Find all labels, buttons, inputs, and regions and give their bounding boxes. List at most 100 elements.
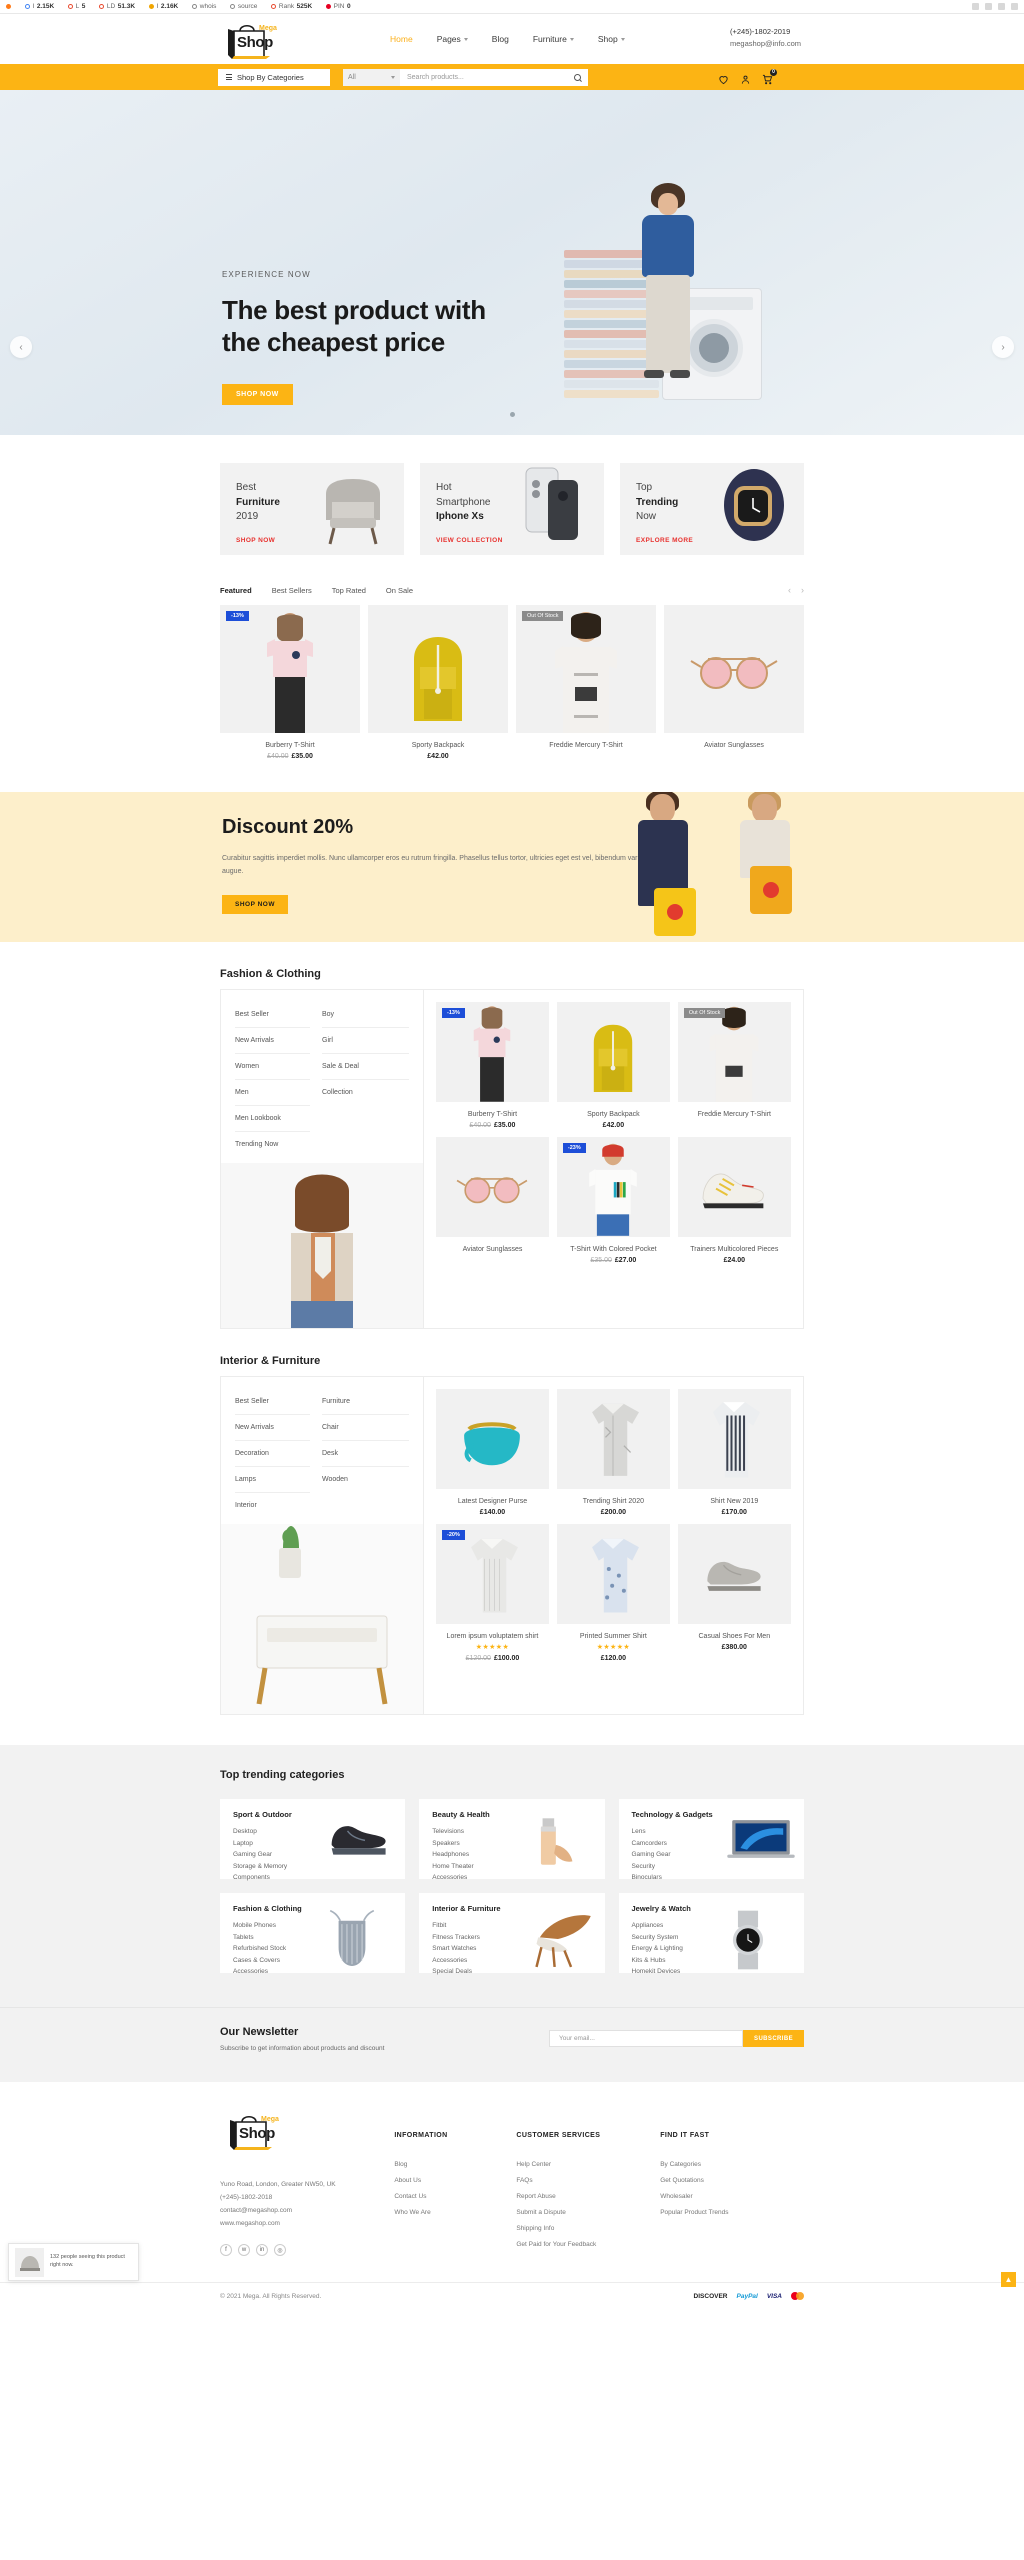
newsletter-subscribe-button[interactable]: SUBSCRIBE: [743, 2030, 804, 2047]
footer-link[interactable]: Submit a Dispute: [516, 2205, 660, 2221]
interior-link[interactable]: Furniture: [322, 1389, 409, 1415]
trending-card-technology-gadgets[interactable]: Technology & Gadgets Lens Camcorders Gam…: [618, 1799, 804, 1881]
search-input[interactable]: Search products...: [400, 68, 588, 86]
live-notification-popup[interactable]: 132 people seeing this product right now…: [8, 2243, 139, 2281]
fashion-link[interactable]: Women: [235, 1054, 310, 1080]
trending-card-interior-furniture[interactable]: Interior & Furniture Fitbit Fitness Trac…: [419, 1893, 605, 1975]
fashion-link[interactable]: Best Seller: [235, 1002, 310, 1028]
carousel-next-icon[interactable]: ›: [801, 585, 804, 595]
footer-link[interactable]: Get Paid for Your Feedback: [516, 2237, 660, 2253]
promo-card-furniture[interactable]: Best Furniture 2019 SHOP NOW: [220, 463, 404, 555]
tab-best-sellers[interactable]: Best Sellers: [272, 586, 312, 595]
discount-shop-now-button[interactable]: SHOP NOW: [222, 894, 288, 914]
promo-card-trending[interactable]: Top Trending Now EXPLORE MORE: [620, 463, 804, 555]
fashion-link[interactable]: Trending Now: [235, 1132, 310, 1157]
linkedin-icon[interactable]: in: [256, 2244, 268, 2256]
interior-link[interactable]: Decoration: [235, 1441, 310, 1467]
ext-item-source[interactable]: source: [230, 3, 257, 10]
trending-card-item[interactable]: Accessories: [432, 1872, 591, 1884]
footer-link[interactable]: Get Quotations: [660, 2173, 804, 2189]
trending-card-sport-outdoor[interactable]: Sport & Outdoor Desktop Laptop Gaming Ge…: [220, 1799, 406, 1881]
site-logo[interactable]: Mega Shop: [218, 19, 308, 61]
ext-item-moz[interactable]: [6, 4, 11, 9]
header-phone[interactable]: (+245)-1802-2019: [730, 26, 801, 38]
product-card[interactable]: Trending Shirt 2020 £200.00: [556, 1389, 670, 1516]
fashion-link[interactable]: Boy: [322, 1002, 409, 1028]
footer-phone[interactable]: (+245)-1802-2018: [220, 2191, 394, 2204]
trending-card-fashion-clothing[interactable]: Fashion & Clothing Mobile Phones Tablets…: [220, 1893, 406, 1975]
search-category-select[interactable]: All: [343, 68, 400, 86]
nav-item-furniture[interactable]: Furniture: [533, 34, 574, 44]
footer-link[interactable]: FAQs: [516, 2173, 660, 2189]
product-card[interactable]: Aviator Sunglasses: [664, 605, 804, 760]
product-card[interactable]: -23% T-Shirt With Colored Pocket £35.00 …: [556, 1137, 670, 1264]
shop-by-categories-button[interactable]: Shop By Categories: [218, 68, 330, 86]
product-card[interactable]: Aviator Sunglasses: [436, 1137, 549, 1264]
trending-card-jewelry-watch[interactable]: Jewelry & Watch Appliances Security Syst…: [618, 1893, 804, 1975]
product-card[interactable]: Out Of Stock Freddie Mercury T-Shirt: [677, 1002, 791, 1129]
interior-link[interactable]: New Arrivals: [235, 1415, 310, 1441]
back-to-top-button[interactable]: ▲: [1001, 2272, 1016, 2287]
fashion-link[interactable]: Men: [235, 1080, 310, 1106]
product-card[interactable]: Trainers Multicolored Pieces £24.00: [677, 1137, 791, 1264]
ext-item-whois[interactable]: whois: [192, 3, 216, 10]
footer-link[interactable]: Wholesaler: [660, 2189, 804, 2205]
promo-link-shop-now[interactable]: SHOP NOW: [236, 537, 280, 544]
interior-link[interactable]: Chair: [322, 1415, 409, 1441]
trending-card-item[interactable]: Components: [233, 1872, 392, 1884]
ext-item-ld[interactable]: LD 51.3K: [99, 3, 135, 10]
search-icon[interactable]: [574, 73, 581, 81]
instagram-icon[interactable]: ◎: [274, 2244, 286, 2256]
product-card[interactable]: Printed Summer Shirt ★★★★★ £120.00: [556, 1524, 670, 1662]
cart-icon[interactable]: 0: [762, 68, 777, 84]
product-card[interactable]: Shirt New 2019 £170.00: [677, 1389, 791, 1516]
ext-item-l[interactable]: L5: [68, 3, 85, 10]
interior-link[interactable]: Wooden: [322, 1467, 409, 1492]
product-card[interactable]: Sporty Backpack £42.00: [368, 605, 508, 760]
footer-link[interactable]: Who We Are: [394, 2205, 516, 2221]
fashion-link[interactable]: Collection: [322, 1080, 409, 1105]
footer-website[interactable]: www.megashop.com: [220, 2217, 394, 2230]
carousel-prev-icon[interactable]: ‹: [788, 585, 791, 595]
fashion-link[interactable]: New Arrivals: [235, 1028, 310, 1054]
product-card[interactable]: -13% Burberry T-Shirt £40.00 £35.00: [220, 605, 360, 760]
ext-square-icon[interactable]: [985, 3, 992, 10]
promo-link-view-collection[interactable]: VIEW COLLECTION: [436, 537, 503, 544]
newsletter-email-input[interactable]: Your email...: [549, 2030, 744, 2047]
footer-link[interactable]: Help Center: [516, 2157, 660, 2173]
fashion-link[interactable]: Girl: [322, 1028, 409, 1054]
twitter-icon[interactable]: w: [238, 2244, 250, 2256]
hero-dot[interactable]: [509, 412, 515, 417]
product-card[interactable]: Out Of Stock Freddie Mercury T-Shirt: [516, 605, 656, 760]
trending-card-beauty-health[interactable]: Beauty & Health Televisions Speakers Hea…: [419, 1799, 605, 1881]
tab-on-sale[interactable]: On Sale: [386, 586, 413, 595]
nav-item-shop[interactable]: Shop: [598, 34, 625, 44]
wishlist-icon[interactable]: [718, 72, 729, 84]
ext-item-pinterest[interactable]: PIN 0: [326, 3, 351, 10]
nav-item-pages[interactable]: Pages: [437, 34, 468, 44]
hero-shop-now-button[interactable]: SHOP NOW: [222, 384, 293, 406]
header-email[interactable]: megashop@info.com: [730, 38, 801, 50]
hero-prev-arrow[interactable]: ‹: [10, 336, 32, 358]
footer-logo[interactable]: Mega Shop: [220, 2110, 310, 2152]
footer-link[interactable]: Shipping Info: [516, 2221, 660, 2237]
product-card[interactable]: Sporty Backpack £42.00: [556, 1002, 670, 1129]
fashion-link[interactable]: Sale & Deal: [322, 1054, 409, 1080]
tab-top-rated[interactable]: Top Rated: [332, 586, 366, 595]
nav-item-home[interactable]: Home: [390, 34, 413, 44]
ext-item-majestic[interactable]: I 2.16K: [149, 3, 178, 10]
promo-card-iphone[interactable]: Hot Smartphone Iphone Xs VIEW COLLECTION: [420, 463, 604, 555]
interior-link[interactable]: Desk: [322, 1441, 409, 1467]
ext-item-google[interactable]: I 2.15K: [25, 3, 54, 10]
hero-next-arrow[interactable]: ›: [992, 336, 1014, 358]
trending-card-item[interactable]: Binoculars: [632, 1872, 791, 1884]
footer-link[interactable]: Blog: [394, 2157, 516, 2173]
ext-item-rank[interactable]: Rank 525K: [271, 3, 312, 10]
facebook-icon[interactable]: f: [220, 2244, 232, 2256]
product-card[interactable]: Latest Designer Purse £140.00: [436, 1389, 549, 1516]
product-card[interactable]: -20% Lorem ipsum voluptatem shirt ★★★★★ …: [436, 1524, 549, 1662]
account-icon[interactable]: [740, 72, 751, 84]
fashion-link[interactable]: Men Lookbook: [235, 1106, 310, 1132]
ext-square-icon[interactable]: [998, 3, 1005, 10]
ext-square-icon[interactable]: [1011, 3, 1018, 10]
